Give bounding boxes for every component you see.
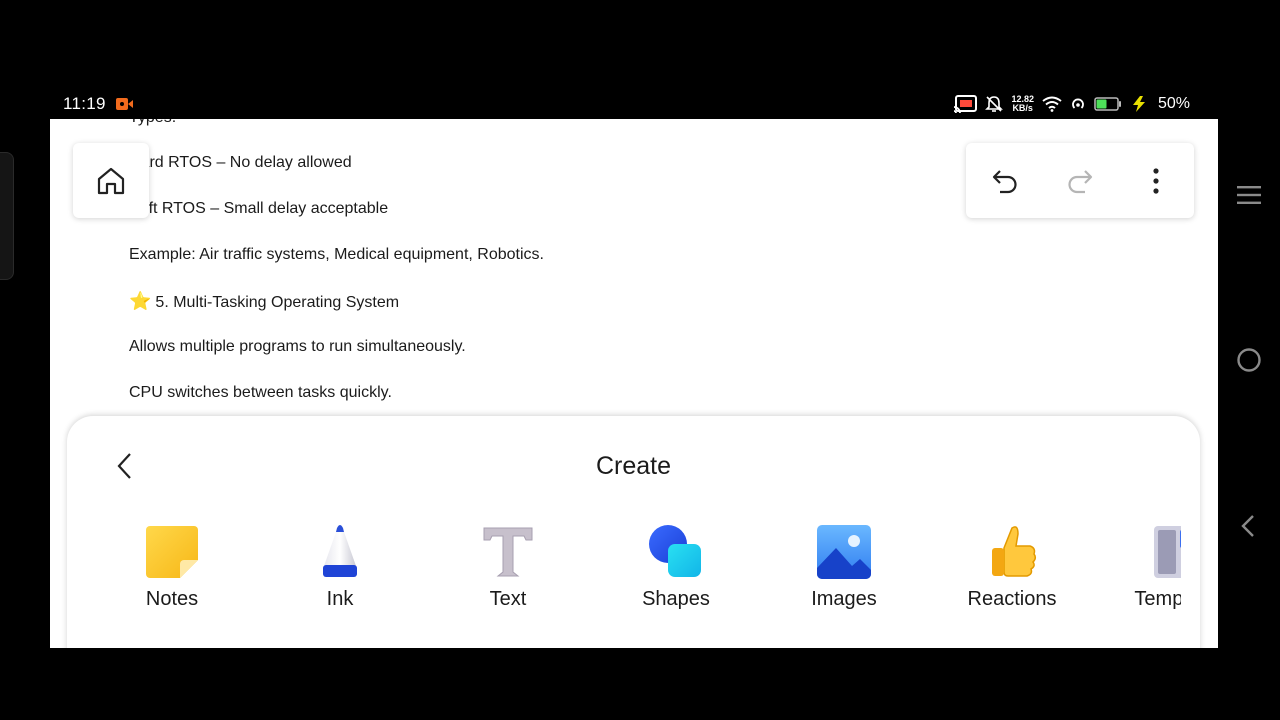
thumbs-up-icon <box>992 526 1037 577</box>
net-speed: 12.82 KB/s <box>1011 95 1034 113</box>
edge-panel-handle[interactable] <box>0 152 14 280</box>
status-icons: 12.82 KB/s 50% <box>953 92 1190 116</box>
text-icon <box>483 527 533 577</box>
create-item-text[interactable]: Text <box>438 516 578 611</box>
create-items: Notes Ink Text Shapes Images Reactions T… <box>67 516 1181 626</box>
doc-line: Soft RTOS – Small delay acceptable <box>129 200 389 217</box>
mute-bell-icon <box>985 96 1004 112</box>
create-item-reactions[interactable]: Reactions <box>942 516 1082 611</box>
create-item-label: Images <box>811 588 877 610</box>
create-item-notes[interactable]: Notes <box>102 516 242 611</box>
menu-icon[interactable] <box>1236 182 1262 208</box>
wifi-icon <box>1042 96 1062 112</box>
net-speed-unit: KB/s <box>1012 103 1033 113</box>
doc-line: Example: Air traffic systems, Medical eq… <box>129 246 544 263</box>
redo-button[interactable] <box>1064 165 1096 197</box>
battery-percent: 50% <box>1157 95 1190 112</box>
hotspot-icon <box>1072 98 1084 109</box>
create-item-label: Shapes <box>642 588 710 610</box>
more-options-button[interactable] <box>1140 165 1172 197</box>
doc-line: Allows multiple programs to run simultan… <box>129 338 466 355</box>
home-icon <box>97 167 125 194</box>
doc-line: Hard RTOS – No delay allowed <box>129 154 352 171</box>
redo-icon <box>1068 170 1093 194</box>
create-item-templates[interactable]: Templates <box>1110 516 1181 611</box>
circle-home-icon[interactable] <box>1236 347 1262 373</box>
doc-heading: ⭐ 5. Multi-Tasking Operating System <box>129 291 399 312</box>
doc-heading-text: 5. Multi-Tasking Operating System <box>155 294 400 311</box>
create-item-label: Reactions <box>967 588 1057 610</box>
create-item-label: Ink <box>326 588 354 610</box>
sticky-note-icon <box>146 526 198 578</box>
back-triangle-icon[interactable] <box>1236 513 1262 539</box>
ink-pen-icon <box>323 525 357 577</box>
undo-button[interactable] <box>989 165 1021 197</box>
shapes-icon <box>649 525 701 577</box>
doc-line: CPU switches between tasks quickly. <box>129 384 392 401</box>
create-item-images[interactable]: Images <box>774 516 914 611</box>
panel-title: Create <box>595 452 672 480</box>
image-icon <box>817 525 871 579</box>
cast-icon <box>954 95 978 113</box>
template-icon <box>1154 526 1181 578</box>
battery-icon <box>1094 97 1121 111</box>
home-button[interactable] <box>73 143 149 218</box>
more-options-icon <box>1153 168 1159 194</box>
create-panel: Create Notes Ink Text Shapes Images Reac… <box>67 416 1200 648</box>
charging-bolt-icon <box>1132 96 1145 112</box>
create-item-label: Notes <box>145 588 199 610</box>
create-item-ink[interactable]: Ink <box>270 516 410 611</box>
create-item-label: Templates <box>1134 588 1181 610</box>
star-emoji: ⭐ <box>129 291 152 311</box>
screen-record-icon <box>116 98 133 110</box>
doc-line: Types: <box>129 119 176 127</box>
create-item-shapes[interactable]: Shapes <box>606 516 746 611</box>
whiteboard-canvas[interactable]: Types: Hard RTOS – No delay allowed Soft… <box>50 119 1218 648</box>
undo-icon <box>992 170 1017 194</box>
create-item-label: Text <box>489 588 527 610</box>
top-toolbar <box>966 143 1194 218</box>
status-time: 11:19 <box>63 94 106 113</box>
